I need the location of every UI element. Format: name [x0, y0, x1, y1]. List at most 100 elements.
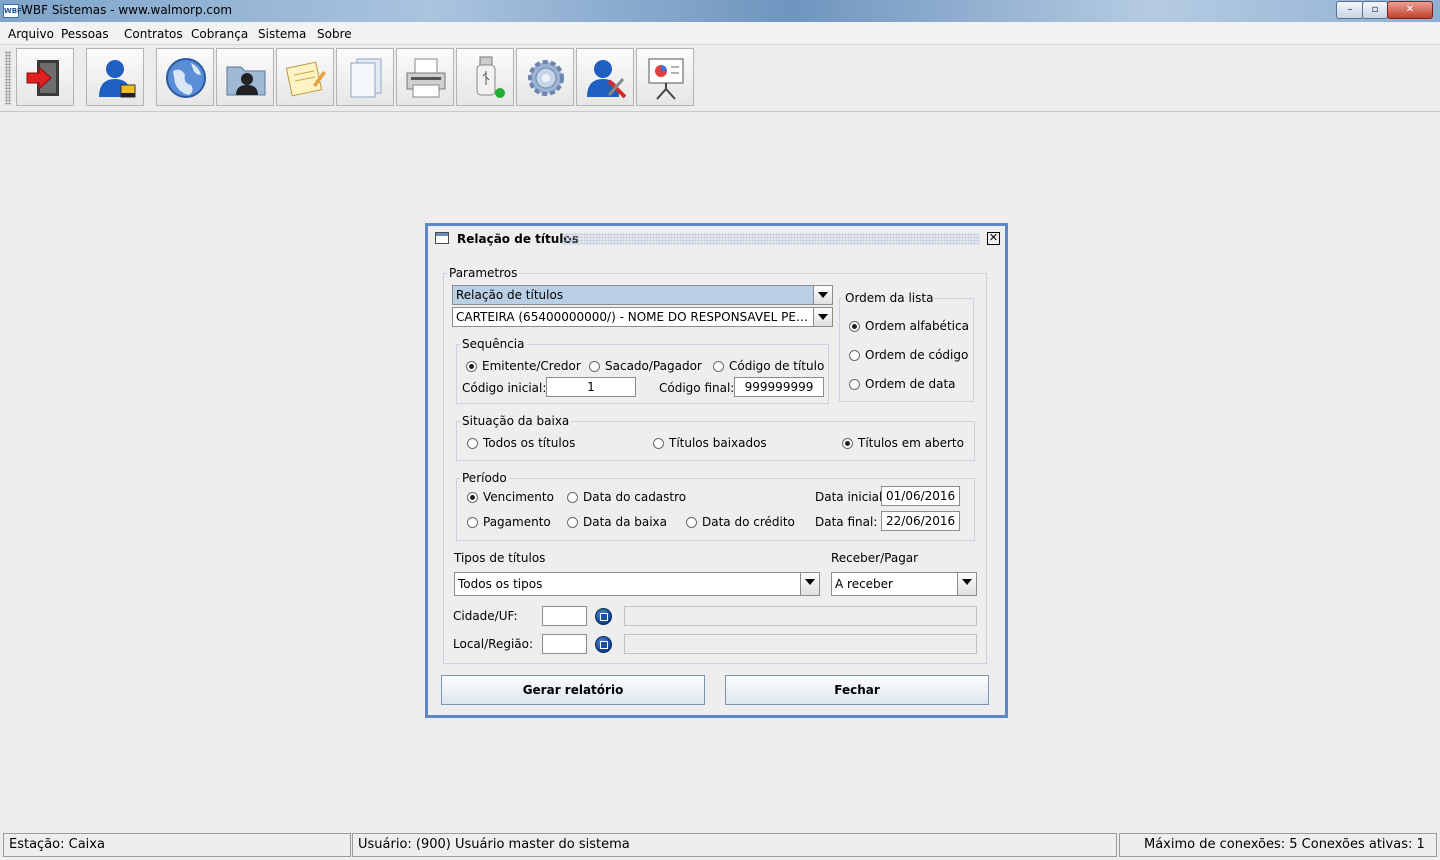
menu-cobranca[interactable]: Cobrança	[191, 27, 248, 41]
globe-icon[interactable]	[156, 48, 214, 106]
radio-label: Emitente/Credor	[482, 359, 581, 373]
parametros-legend: Parametros	[449, 266, 518, 280]
radio-vencimento[interactable]: Vencimento	[467, 490, 554, 504]
situacao-baixa-legend: Situação da baixa	[462, 414, 570, 428]
receber-pagar-value: A receber	[835, 577, 893, 591]
menu-arquivo[interactable]: Arquivo	[8, 27, 54, 41]
chevron-down-icon[interactable]	[813, 308, 832, 326]
radio-label: Sacado/Pagador	[605, 359, 702, 373]
exit-door-icon[interactable]	[16, 48, 74, 106]
dialog-close-button[interactable]: ✕	[987, 232, 1000, 245]
user-tools-icon[interactable]	[576, 48, 634, 106]
carteira-value: CARTEIRA (65400000000/) - NOME DO RESPON…	[456, 310, 812, 324]
radio-label: Código de título	[729, 359, 825, 373]
chevron-down-icon[interactable]	[800, 573, 819, 595]
radio-label: Todos os títulos	[483, 436, 576, 450]
radio-label: Data da baixa	[583, 515, 668, 529]
radio-titulos-em-aberto[interactable]: Títulos em aberto	[842, 436, 964, 450]
radio-dot	[849, 321, 860, 332]
radio-pagamento[interactable]: Pagamento	[467, 515, 551, 529]
radio-label: Ordem de data	[865, 377, 956, 391]
periodo-legend: Período	[462, 471, 507, 485]
usb-drive-icon[interactable]	[456, 48, 514, 106]
documents-icon[interactable]	[336, 48, 394, 106]
radio-todos-titulos[interactable]: Todos os títulos	[467, 436, 575, 450]
radio-label: Ordem de código	[865, 348, 969, 362]
ordem-lista-legend: Ordem da lista	[845, 291, 934, 305]
window-titlebar: WBF WBF Sistemas - www.walmorp.com – ▫ ✕	[0, 0, 1440, 22]
window-icon	[435, 232, 449, 244]
menu-contratos[interactable]: Contratos	[124, 27, 183, 41]
menu-bar: Arquivo Pessoas Contratos Cobrança Siste…	[0, 22, 1440, 45]
receber-pagar-select[interactable]: A receber	[831, 572, 977, 596]
local-description-field	[624, 634, 977, 654]
user-lock-icon[interactable]	[86, 48, 144, 106]
report-type-value: Relação de títulos	[456, 288, 564, 302]
report-type-select[interactable]: Relação de títulos	[452, 285, 833, 305]
status-usuario: Usuário: (900) Usuário master do sistema	[352, 833, 1117, 857]
data-final-input[interactable]: 22/06/2016	[881, 511, 960, 531]
printer-icon[interactable]	[396, 48, 454, 106]
radio-data-credito[interactable]: Data do crédito	[686, 515, 795, 529]
gear-icon[interactable]	[516, 48, 574, 106]
data-inicial-input[interactable]: 01/06/2016	[881, 486, 960, 506]
radio-label: Data do crédito	[702, 515, 795, 529]
carteira-select[interactable]: CARTEIRA (65400000000/) - NOME DO RESPON…	[452, 307, 833, 327]
radio-label: Títulos baixados	[669, 436, 767, 450]
radio-dot	[849, 350, 860, 361]
radio-dot	[467, 517, 478, 528]
search-local-icon[interactable]	[595, 636, 612, 653]
radio-dot	[849, 379, 860, 390]
presentation-board-icon[interactable]	[636, 48, 694, 106]
relacao-titulos-dialog: Relação de títulos ✕ Parametros Relação …	[425, 223, 1008, 718]
radio-dot	[466, 361, 477, 372]
radio-data-cadastro[interactable]: Data do cadastro	[567, 490, 686, 504]
menu-sistema[interactable]: Sistema	[258, 27, 306, 41]
app-icon: WBF	[3, 4, 22, 18]
chevron-down-icon[interactable]	[957, 573, 976, 595]
search-cidade-icon[interactable]	[595, 608, 612, 625]
radio-emitente-credor[interactable]: Emitente/Credor	[466, 359, 581, 373]
codigo-inicial-label: Código inicial:	[462, 381, 547, 395]
local-regiao-label: Local/Região:	[453, 637, 534, 651]
radio-dot	[653, 438, 664, 449]
gerar-relatorio-button[interactable]: Gerar relatório	[441, 675, 705, 705]
radio-dot	[589, 361, 600, 372]
cidade-uf-input[interactable]	[542, 606, 587, 626]
radio-label: Pagamento	[483, 515, 551, 529]
radio-dot	[686, 517, 697, 528]
radio-ordem-alfabetica[interactable]: Ordem alfabética	[849, 319, 969, 333]
sequencia-legend: Sequência	[462, 337, 525, 351]
maximize-button[interactable]: ▫	[1362, 1, 1388, 19]
radio-codigo-titulo[interactable]: Código de título	[713, 359, 824, 373]
radio-label: Títulos em aberto	[858, 436, 964, 450]
chevron-down-icon[interactable]	[813, 286, 832, 304]
radio-sacado-pagador[interactable]: Sacado/Pagador	[589, 359, 702, 373]
local-regiao-input[interactable]	[542, 634, 587, 654]
fechar-button[interactable]: Fechar	[725, 675, 989, 705]
toolbar-grip[interactable]	[5, 51, 11, 105]
titlebar-grip	[562, 233, 980, 245]
dialog-titlebar[interactable]: Relação de títulos ✕	[431, 229, 1002, 249]
codigo-inicial-input[interactable]: 1	[546, 377, 636, 397]
radio-dot	[842, 438, 853, 449]
tipos-titulos-select[interactable]: Todos os tipos	[454, 572, 820, 596]
radio-dot	[467, 438, 478, 449]
status-bar: Estação: Caixa Usuário: (900) Usuário ma…	[0, 830, 1440, 860]
dialog-title: Relação de títulos	[457, 232, 579, 246]
menu-pessoas[interactable]: Pessoas	[61, 27, 109, 41]
radio-ordem-data[interactable]: Ordem de data	[849, 377, 956, 391]
user-folder-icon[interactable]	[216, 48, 274, 106]
codigo-final-input[interactable]: 999999999	[734, 377, 824, 397]
radio-data-baixa[interactable]: Data da baixa	[567, 515, 667, 529]
cidade-description-field	[624, 606, 977, 626]
minimize-button[interactable]: –	[1336, 1, 1364, 19]
radio-titulos-baixados[interactable]: Títulos baixados	[653, 436, 767, 450]
radio-ordem-codigo[interactable]: Ordem de código	[849, 348, 968, 362]
menu-sobre[interactable]: Sobre	[317, 27, 352, 41]
notes-icon[interactable]	[276, 48, 334, 106]
toolbar	[0, 45, 1440, 112]
data-final-label: Data final:	[815, 515, 878, 529]
radio-dot	[567, 492, 578, 503]
close-window-button[interactable]: ✕	[1387, 1, 1433, 19]
